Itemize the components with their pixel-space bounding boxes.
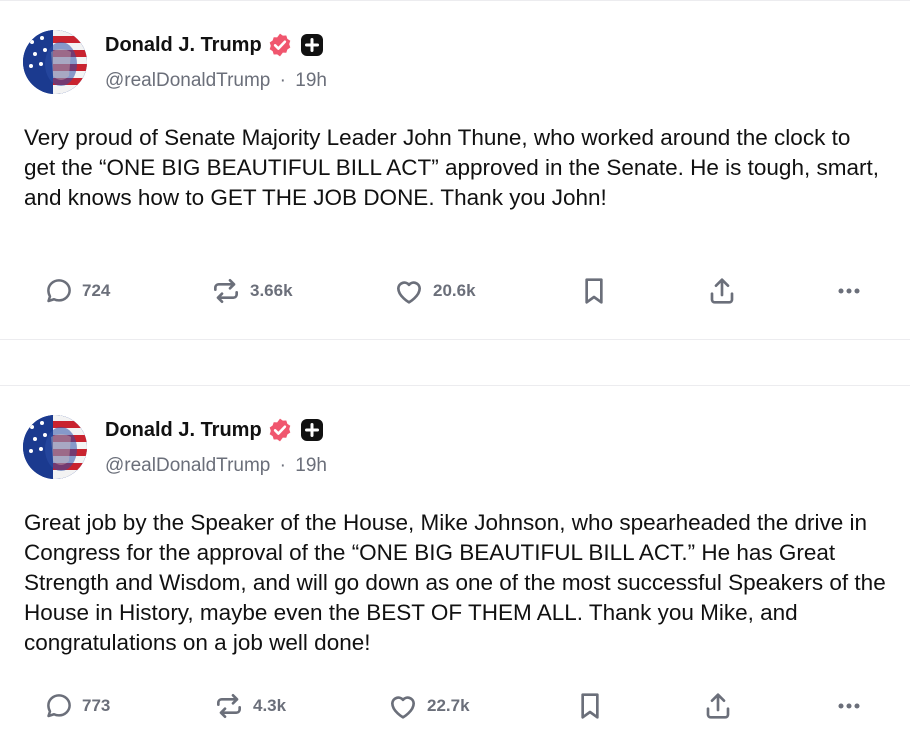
more-icon: [838, 703, 860, 709]
reply-count: 773: [82, 696, 111, 715]
reply-button[interactable]: 773: [44, 688, 110, 724]
plus-badge-icon: [300, 419, 323, 441]
post-time[interactable]: 19h: [295, 455, 327, 476]
repost-count: 4.3k: [253, 696, 287, 715]
repost-count: 3.66k: [250, 281, 293, 300]
handle-row: @realDonaldTrump · 19h: [105, 455, 327, 477]
action-bar: 773 4.3k 22.7k: [0, 688, 910, 724]
reply-button[interactable]: 724: [44, 273, 110, 309]
separator: ·: [279, 455, 286, 476]
share-button[interactable]: [706, 273, 738, 309]
bookmark-icon: [581, 693, 599, 719]
post-2[interactable]: Donald J. Trump @realDonaldTrump · 19h G…: [0, 385, 910, 753]
share-icon: [710, 278, 734, 304]
share-icon: [706, 693, 730, 719]
avatar[interactable]: [23, 30, 87, 94]
repost-icon: [214, 279, 238, 303]
like-count: 22.7k: [427, 696, 470, 715]
repost-button[interactable]: 4.3k: [213, 688, 286, 724]
separator: ·: [279, 70, 286, 91]
author-handle[interactable]: @realDonaldTrump: [105, 70, 270, 91]
share-button[interactable]: [702, 688, 734, 724]
more-button[interactable]: [833, 273, 865, 309]
like-icon: [397, 281, 421, 304]
author-handle[interactable]: @realDonaldTrump: [105, 455, 270, 476]
handle-row: @realDonaldTrump · 19h: [105, 70, 327, 92]
post-body: Very proud of Senate Majority Leader Joh…: [24, 125, 879, 210]
repost-button[interactable]: 3.66k: [210, 273, 293, 309]
more-button[interactable]: [833, 688, 865, 724]
bookmark-icon: [585, 278, 603, 304]
more-icon: [838, 288, 860, 294]
verified-badge-icon: [269, 33, 290, 57]
post-1[interactable]: Donald J. Trump @realDonaldTrump · 19h V…: [0, 0, 910, 340]
like-count: 20.6k: [433, 281, 476, 300]
post-time[interactable]: 19h: [295, 70, 327, 91]
avatar[interactable]: [23, 415, 87, 479]
like-button[interactable]: 22.7k: [387, 688, 470, 724]
bookmark-button[interactable]: [578, 273, 610, 309]
repost-icon: [217, 694, 241, 718]
like-icon: [391, 696, 415, 719]
plus-badge-icon: [300, 34, 323, 56]
verified-badge-icon: [269, 418, 290, 442]
author-row: Donald J. Trump: [105, 417, 324, 443]
reply-icon: [47, 279, 71, 303]
reply-count: 724: [82, 281, 111, 300]
action-bar: 724 3.66k 20.6k: [0, 273, 910, 309]
author-name[interactable]: Donald J. Trump: [105, 419, 262, 442]
reply-icon: [47, 694, 71, 718]
like-button[interactable]: 20.6k: [393, 273, 476, 309]
author-row: Donald J. Trump: [105, 32, 324, 58]
bookmark-button[interactable]: [574, 688, 606, 724]
author-name[interactable]: Donald J. Trump: [105, 34, 262, 57]
post-body: Great job by the Speaker of the House, M…: [24, 510, 886, 655]
